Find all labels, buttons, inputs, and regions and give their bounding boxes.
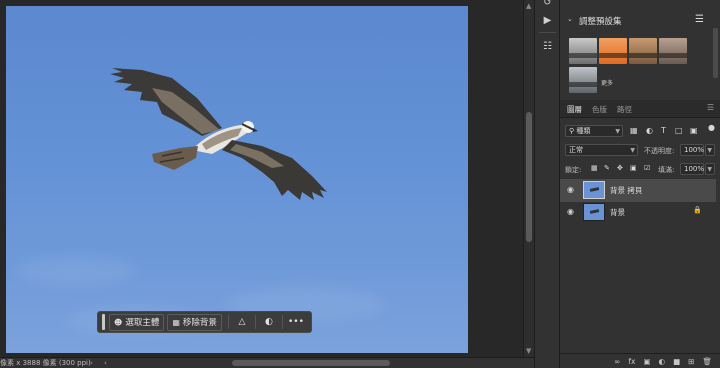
canvas-area[interactable]: ☻ 選取主體 ▦ 移除背景 △ ◐ •••: [0, 0, 534, 368]
opacity-dropdown[interactable]: ▼: [705, 144, 715, 156]
opacity-input[interactable]: 100%: [680, 144, 704, 156]
layer-row[interactable]: ◉ 背景 🔒: [560, 201, 716, 224]
adjustment-filter-icon[interactable]: ◐: [646, 126, 653, 135]
chevron-down-icon: ▼: [615, 128, 620, 135]
lock-position-icon[interactable]: ✥: [617, 164, 623, 172]
new-group-folder-icon[interactable]: ■: [673, 357, 680, 366]
remove-background-label: 移除背景: [182, 318, 217, 328]
image-icon: ▦: [172, 317, 180, 327]
add-mask-icon[interactable]: ▣: [643, 357, 650, 366]
delete-layer-trash-icon[interactable]: 🗑: [702, 357, 712, 366]
preset-thumbnail[interactable]: [599, 38, 627, 64]
layer-thumbnail: [583, 203, 605, 221]
filter-kind-value: 種類: [576, 127, 591, 135]
divider: [539, 32, 556, 33]
actions-play-icon[interactable]: ▶: [539, 14, 556, 28]
right-panel: ⌄ 調整預設集 ☰ 更多 圖層 色版 路徑 ☰ ⚲ 種類 ▼ ▦ ◐ T □ ▣…: [560, 0, 720, 368]
layer-filter-select[interactable]: ⚲ 種類 ▼: [565, 125, 623, 137]
preset-thumbnail[interactable]: [629, 38, 657, 64]
tab-layers[interactable]: 圖層: [567, 104, 582, 115]
document-info: 像素 x 3888 像素 (300 ppi): [0, 359, 91, 367]
blend-mode-select[interactable]: 正常 ▼: [565, 144, 638, 156]
shape-filter-icon[interactable]: □: [675, 126, 683, 135]
lock-pixels-icon[interactable]: ✎: [604, 164, 610, 172]
chevron-down-icon: ▼: [707, 147, 712, 154]
chevron-down-icon: ▼: [630, 147, 635, 154]
layer-name: 背景 拷貝: [610, 186, 643, 195]
divider: [227, 315, 229, 329]
fill-dropdown[interactable]: ▼: [705, 163, 715, 175]
task-bar-drag-handle[interactable]: [102, 314, 105, 330]
scroll-down-icon[interactable]: ▼: [526, 347, 531, 355]
adjustments-icon[interactable]: ☷: [539, 40, 556, 54]
blend-mode-value: 正常: [569, 146, 583, 154]
type-filter-icon[interactable]: T: [661, 126, 666, 135]
link-layers-icon[interactable]: ∞: [614, 357, 620, 366]
search-icon: ⚲: [569, 127, 575, 135]
panel-scrollbar[interactable]: [713, 28, 718, 78]
collapse-chevron-icon[interactable]: ⌄: [567, 15, 573, 23]
osprey-image: [110, 68, 327, 200]
fill-value: 100%: [684, 165, 705, 173]
status-bar: 像素 x 3888 像素 (300 ppi) › ‹: [0, 357, 534, 368]
divider: [281, 315, 283, 329]
select-subject-label: 選取主體: [125, 318, 160, 328]
filter-toggle-icon[interactable]: ●: [708, 123, 715, 132]
adjustment-presets-header: ⌄ 調整預設集 ☰: [560, 12, 720, 30]
person-icon: ☻: [114, 317, 123, 327]
scrollbar-thumb[interactable]: [526, 112, 532, 242]
preset-thumbnail[interactable]: [569, 67, 597, 93]
horizontal-scrollbar[interactable]: ‹: [104, 358, 524, 368]
smart-object-filter-icon[interactable]: ▣: [690, 126, 698, 135]
lock-all-icon[interactable]: ☑: [644, 164, 650, 172]
opacity-label: 不透明度:: [644, 147, 675, 155]
new-layer-icon[interactable]: ⊞: [688, 357, 694, 366]
layers-panel-tabs: 圖層 色版 路徑 ☰: [560, 100, 720, 118]
preset-thumbnail[interactable]: [569, 38, 597, 64]
transform-icon[interactable]: △: [232, 314, 252, 331]
tab-channels[interactable]: 色版: [592, 104, 607, 115]
tab-paths[interactable]: 路徑: [617, 104, 632, 115]
status-expand-icon[interactable]: ›: [90, 358, 93, 368]
scroll-up-icon[interactable]: ▲: [526, 2, 531, 10]
history-icon[interactable]: ↺: [539, 0, 556, 10]
cloud: [16, 256, 136, 286]
fill-input[interactable]: 100%: [680, 163, 704, 175]
lock-icon: 🔒: [693, 206, 702, 214]
panel-menu-icon[interactable]: ☰: [707, 103, 714, 112]
contextual-task-bar: ☻ 選取主體 ▦ 移除背景 △ ◐ •••: [97, 311, 312, 333]
vertical-scrollbar[interactable]: ▲ ▼: [523, 0, 534, 357]
pixel-filter-icon[interactable]: ▦: [630, 126, 638, 135]
adjustment-circle-icon[interactable]: ◐: [259, 314, 279, 331]
lock-label: 鎖定:: [565, 166, 582, 174]
visibility-eye-icon[interactable]: ◉: [567, 207, 574, 216]
scrollbar-thumb[interactable]: [232, 360, 390, 366]
adjustment-presets-title: 調整預設集: [579, 17, 622, 27]
lock-artboard-icon[interactable]: ▣: [630, 164, 637, 172]
panel-icon-strip: ↺ ▶ ☷: [534, 0, 560, 368]
layers-panel-footer: ∞ fx ▣ ◐ ■ ⊞ 🗑: [560, 353, 720, 368]
remove-background-button[interactable]: ▦ 移除背景: [167, 313, 222, 331]
divider: [254, 315, 256, 329]
fill-label: 填滿:: [658, 166, 675, 174]
photoshop-window: ☻ 選取主體 ▦ 移除背景 △ ◐ ••• ▲ ▼ 像素 x 3888 像素 (…: [0, 0, 720, 368]
layer-row[interactable]: ◉ 背景 拷貝: [560, 179, 716, 202]
layer-name: 背景: [610, 208, 625, 217]
lock-transparent-icon[interactable]: ▦: [591, 164, 598, 172]
more-options-button[interactable]: •••: [286, 314, 306, 331]
list-menu-icon[interactable]: ☰: [695, 14, 704, 25]
chevron-down-icon: ▼: [707, 166, 712, 173]
opacity-value: 100%: [684, 146, 705, 154]
document-canvas[interactable]: [6, 6, 468, 353]
presets-more-link[interactable]: 更多: [601, 78, 613, 87]
layer-thumbnail: [583, 181, 605, 199]
scroll-left-icon[interactable]: ‹: [104, 358, 107, 368]
select-subject-button[interactable]: ☻ 選取主體: [109, 313, 165, 331]
layer-style-fx-button[interactable]: fx: [628, 357, 635, 366]
visibility-eye-icon[interactable]: ◉: [567, 185, 574, 194]
new-adjustment-layer-icon[interactable]: ◐: [659, 357, 666, 366]
preset-thumbnail[interactable]: [659, 38, 687, 64]
